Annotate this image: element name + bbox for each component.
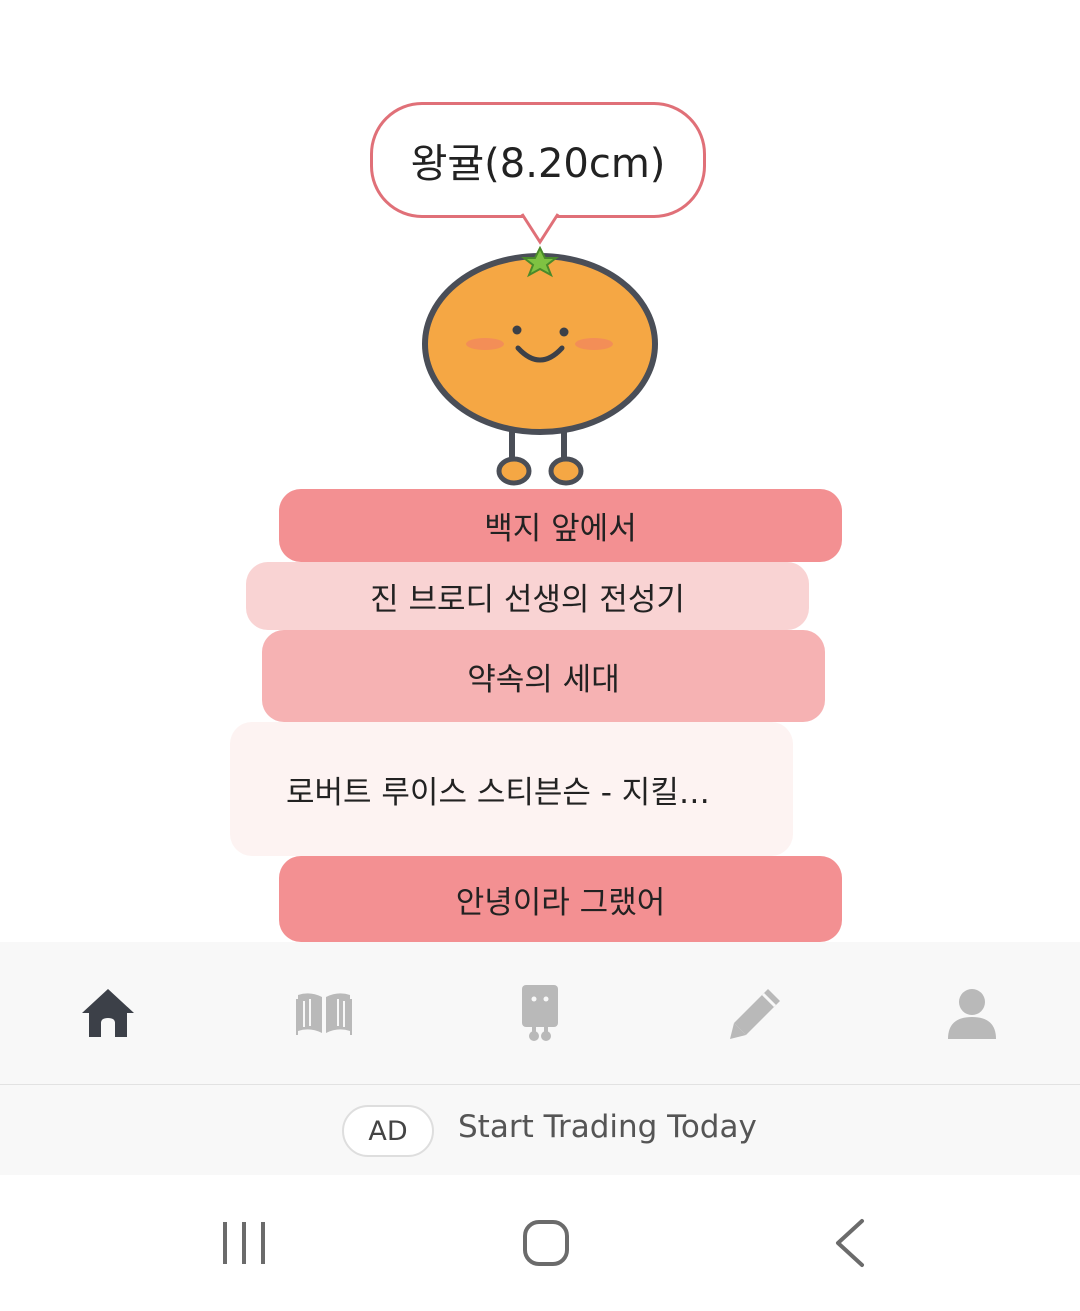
character-size-bubble: 왕귤(8.20cm) [370, 102, 706, 218]
home-icon [82, 989, 134, 1037]
ad-badge-label: AD [368, 1115, 408, 1147]
system-navigation-bar [0, 1175, 1080, 1311]
book-spine[interactable]: 약속의 세대 [262, 630, 825, 722]
book-title: 백지 앞에서 [484, 511, 637, 547]
robot-icon [522, 985, 558, 1041]
book-spine[interactable]: 안녕이라 그랬어 [279, 856, 842, 942]
back-icon [836, 1219, 864, 1267]
character-size-label: 왕귤(8.20cm) [410, 141, 666, 187]
book-title: 로버트 루이스 스티븐슨 - 지킬… [286, 774, 710, 811]
bottom-navigation [0, 942, 1080, 1085]
nav-library[interactable] [216, 942, 432, 1084]
ad-text: Start Trading Today [458, 1109, 757, 1145]
book-icon [296, 993, 352, 1035]
book-title: 진 브로디 선생의 전성기 [370, 581, 685, 618]
tangerine-character[interactable] [418, 244, 664, 490]
nav-write[interactable] [648, 942, 864, 1084]
back-button[interactable] [810, 1175, 890, 1311]
book-spine[interactable]: 로버트 루이스 스티븐슨 - 지킬… [230, 722, 793, 856]
recent-apps-icon [223, 1222, 265, 1264]
ad-banner[interactable]: AD Start Trading Today [0, 1085, 1080, 1175]
profile-icon [948, 989, 996, 1039]
book-title: 약속의 세대 [467, 661, 620, 698]
book-spine[interactable]: 백지 앞에서 [279, 489, 842, 562]
system-home-button[interactable] [504, 1175, 588, 1311]
pencil-icon [730, 989, 780, 1039]
book-spine[interactable]: 진 브로디 선생의 전성기 [246, 562, 809, 630]
home-circle-icon [523, 1220, 569, 1266]
nav-character[interactable] [432, 942, 648, 1084]
recent-apps-button[interactable] [204, 1175, 284, 1311]
book-title: 안녕이라 그랬어 [455, 884, 666, 921]
nav-home[interactable] [0, 942, 216, 1084]
nav-profile[interactable] [864, 942, 1080, 1084]
ad-badge: AD [342, 1105, 434, 1157]
bubble-tail [520, 212, 560, 245]
